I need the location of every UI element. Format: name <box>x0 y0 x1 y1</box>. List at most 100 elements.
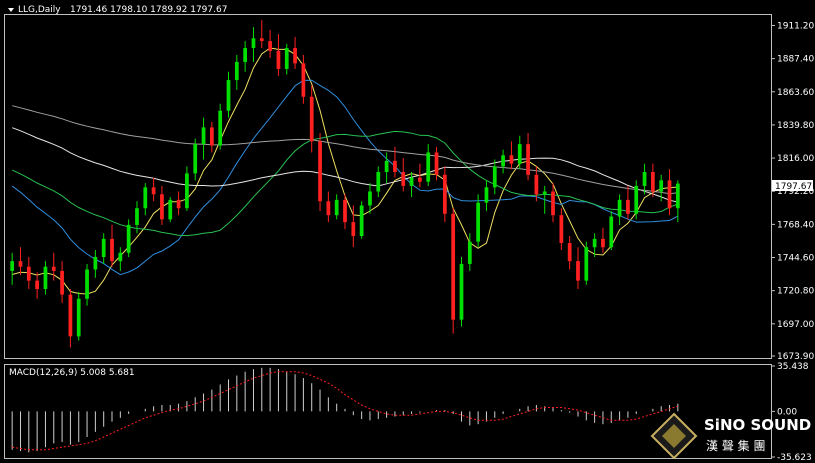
candle-body <box>309 96 314 142</box>
candle <box>309 85 314 153</box>
candle-body <box>634 185 639 214</box>
price-tick-label: 1720.80 <box>777 287 814 297</box>
candle-body <box>284 48 289 69</box>
candle-body <box>243 48 248 62</box>
candle-body <box>51 266 56 271</box>
candle <box>609 211 614 251</box>
candle-body <box>409 177 414 186</box>
candle-body <box>93 256 98 270</box>
candle-body <box>193 144 198 174</box>
candle-body <box>642 172 647 186</box>
candle <box>517 135 522 170</box>
candle <box>60 261 64 303</box>
candle <box>35 272 39 299</box>
candle <box>675 180 680 223</box>
candle <box>634 180 639 220</box>
macd-label: MACD(12,26,9) 5.008 5.681 <box>9 368 135 378</box>
candle <box>534 166 539 202</box>
candle <box>451 208 456 334</box>
candle <box>617 194 622 225</box>
candle-body <box>501 155 505 167</box>
candle-body <box>301 63 306 97</box>
price-tick-label: 1839.80 <box>777 121 814 131</box>
candle <box>168 197 173 223</box>
candle <box>251 27 256 62</box>
candle-body <box>368 191 372 206</box>
candle-body <box>442 174 447 214</box>
candle <box>259 20 264 49</box>
candle <box>284 43 289 75</box>
main-pane-frame <box>4 14 772 359</box>
candle <box>201 117 206 160</box>
candle-body <box>226 80 231 111</box>
candle-body <box>526 144 530 175</box>
candle-body <box>160 194 164 220</box>
candle-body <box>276 50 281 69</box>
current-price-text: 1797.67 <box>775 182 812 192</box>
candle-body <box>559 215 564 244</box>
candle <box>376 166 381 198</box>
candle-body <box>659 180 664 192</box>
candle <box>126 219 131 257</box>
candle-body <box>176 199 181 209</box>
macd-histogram <box>11 367 679 453</box>
candle <box>85 263 89 306</box>
candle-body <box>201 127 206 145</box>
candle-body <box>517 144 522 164</box>
candle <box>118 247 123 271</box>
candle <box>442 166 447 223</box>
candle <box>93 250 98 278</box>
candle <box>318 133 322 212</box>
candle-body <box>18 261 23 267</box>
candle <box>51 252 56 281</box>
candle-body <box>268 41 272 51</box>
macd-axis: 35.4380.00-35.623 <box>771 362 812 463</box>
candle <box>526 133 530 181</box>
candle <box>551 183 555 223</box>
candle-body <box>10 261 15 271</box>
candle-body <box>401 172 406 186</box>
candle-body <box>667 180 672 209</box>
candlesticks <box>10 20 680 348</box>
candle <box>43 261 48 295</box>
candle-body <box>601 238 605 248</box>
candle-body <box>509 155 514 164</box>
symbol-menu-icon[interactable] <box>8 8 14 12</box>
candle-body <box>168 199 173 220</box>
candle-body <box>218 110 223 146</box>
candle-body <box>351 222 356 237</box>
candle <box>18 247 23 276</box>
candle <box>492 159 497 195</box>
candle-body <box>476 202 481 242</box>
chart-canvas[interactable]: 1911.201887.401863.601839.801816.001792.… <box>0 0 815 463</box>
candle-body <box>376 172 381 192</box>
candle-body <box>135 208 139 225</box>
candle <box>409 172 414 198</box>
candle <box>426 144 431 186</box>
candle-body <box>567 243 572 262</box>
chart-window: 1911.20 1887.40 1863.60 1839.80 1816.00 1792.… <box>0 0 815 463</box>
candle <box>209 121 214 153</box>
candle-body <box>343 199 347 223</box>
candle-body <box>542 191 547 195</box>
candle <box>218 103 223 150</box>
candle-body <box>251 38 256 49</box>
candle <box>368 183 372 214</box>
candle-body <box>334 199 339 216</box>
candle-body <box>384 160 389 173</box>
current-price-tag: 1797.67 <box>772 180 813 192</box>
ma-grey-line <box>12 105 678 195</box>
candle <box>10 252 15 285</box>
candle <box>226 71 231 118</box>
candle <box>101 233 106 264</box>
candle <box>359 201 364 239</box>
candle-body <box>451 213 456 320</box>
candle-body <box>35 280 39 290</box>
candle-body <box>484 187 489 203</box>
price-tick-label: 1673.90 <box>777 352 814 362</box>
candle-body <box>418 177 422 182</box>
candle <box>584 241 589 285</box>
candle <box>459 256 464 327</box>
candle-body <box>393 160 397 173</box>
candle-body <box>651 172 655 192</box>
